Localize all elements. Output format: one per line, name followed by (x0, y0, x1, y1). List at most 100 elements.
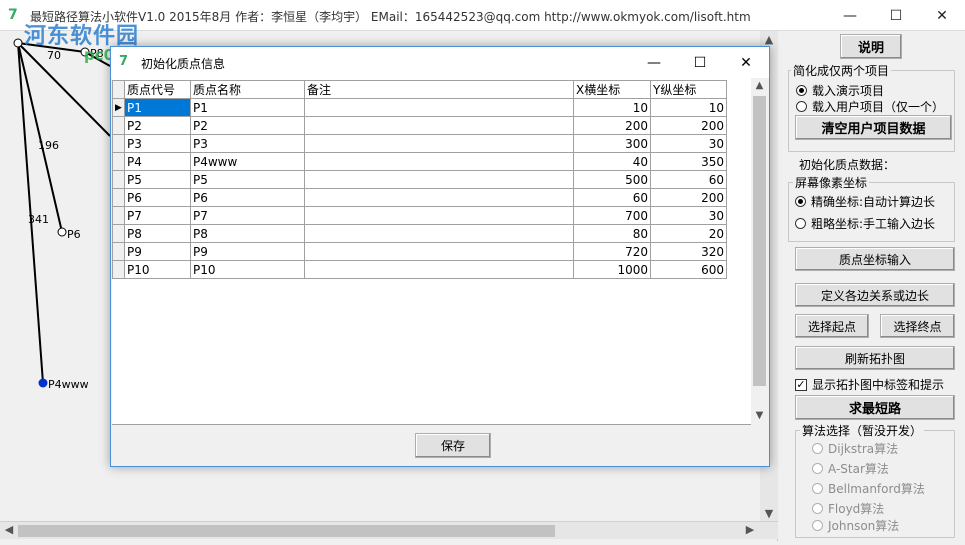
table-cell[interactable]: 20 (650, 224, 727, 243)
radio-icon[interactable] (795, 196, 806, 207)
save-button[interactable]: 保存 (415, 433, 491, 458)
table-cell[interactable]: P3 (124, 134, 191, 153)
scroll-thumb[interactable] (18, 525, 555, 537)
table-cell[interactable] (304, 152, 574, 171)
table-cell[interactable]: P1 (190, 98, 305, 117)
graph-node-p6[interactable] (57, 227, 67, 237)
row-indicator[interactable] (112, 188, 125, 207)
table-cell[interactable]: 60 (650, 170, 727, 189)
checkbox-icon[interactable]: ✓ (795, 378, 807, 391)
table-cell[interactable]: P2 (190, 116, 305, 135)
table-row[interactable]: P3 P3 300 30 (112, 134, 727, 153)
canvas-horizontal-scrollbar[interactable]: ◀ ▶ (0, 521, 778, 539)
column-header[interactable]: 备注 (304, 80, 574, 99)
scroll-up-icon[interactable]: ▲ (751, 80, 768, 91)
minimize-button[interactable]: — (827, 0, 873, 31)
table-cell[interactable]: 30 (650, 206, 727, 225)
table-cell[interactable]: 200 (650, 188, 727, 207)
table-cell[interactable]: P5 (190, 170, 305, 189)
table-cell[interactable]: 700 (573, 206, 651, 225)
column-header[interactable]: Y纵坐标 (650, 80, 727, 99)
table-row[interactable]: P2 P2 200 200 (112, 116, 727, 135)
row-indicator[interactable] (112, 116, 125, 135)
scroll-down-icon[interactable]: ▼ (760, 507, 778, 520)
table-cell[interactable]: P8 (190, 224, 305, 243)
table-cell[interactable] (304, 98, 574, 117)
table-cell[interactable]: 720 (573, 242, 651, 261)
table-cell[interactable] (304, 170, 574, 189)
radio-icon[interactable] (795, 218, 806, 229)
table-cell[interactable] (304, 134, 574, 153)
shortest-path-button[interactable]: 求最短路 (795, 395, 955, 420)
table-row[interactable]: P9 P9 720 320 (112, 242, 727, 261)
table-cell[interactable]: 600 (650, 260, 727, 279)
row-indicator[interactable] (112, 242, 125, 261)
table-cell[interactable] (304, 206, 574, 225)
scroll-right-icon[interactable]: ▶ (742, 523, 758, 536)
dialog-vertical-scrollbar[interactable]: ▲ ▼ (751, 78, 768, 425)
table-cell[interactable]: 200 (573, 116, 651, 135)
show-labels-checkbox[interactable]: ✓ 显示拓扑图中标签和提示 (795, 376, 944, 393)
table-row[interactable]: P4 P4www 40 350 (112, 152, 727, 171)
graph-node-p4[interactable] (38, 378, 48, 388)
table-cell[interactable]: 30 (650, 134, 727, 153)
scroll-thumb[interactable] (753, 96, 766, 386)
table-row[interactable]: P7 P7 700 30 (112, 206, 727, 225)
radio-precise-coord[interactable]: 精确坐标:自动计算边长 (795, 193, 935, 210)
table-row[interactable]: P5 P5 500 60 (112, 170, 727, 189)
table-row[interactable]: P10 P10 1000 600 (112, 260, 727, 279)
table-cell[interactable]: 10 (573, 98, 651, 117)
table-cell[interactable]: P9 (190, 242, 305, 261)
table-row[interactable]: P8 P8 80 20 (112, 224, 727, 243)
select-start-button[interactable]: 选择起点 (795, 314, 869, 338)
radio-icon[interactable] (796, 101, 807, 112)
explain-button[interactable]: 说明 (840, 34, 902, 59)
table-cell[interactable]: P8 (124, 224, 191, 243)
refresh-topology-button[interactable]: 刷新拓扑图 (795, 346, 955, 370)
dialog-close-button[interactable]: ✕ (723, 47, 769, 78)
table-cell[interactable]: 60 (573, 188, 651, 207)
table-cell[interactable]: P3 (190, 134, 305, 153)
table-cell[interactable] (304, 260, 574, 279)
table-cell[interactable] (304, 224, 574, 243)
table-cell[interactable]: P9 (124, 242, 191, 261)
table-cell[interactable]: P10 (124, 260, 191, 279)
current-row-arrow-icon[interactable]: ▶ (112, 98, 125, 117)
table-cell[interactable]: P6 (124, 188, 191, 207)
table-cell[interactable]: P4 (124, 152, 191, 171)
table-cell[interactable]: 10 (650, 98, 727, 117)
graph-node-p1[interactable] (13, 38, 23, 48)
table-cell[interactable] (304, 188, 574, 207)
table-cell[interactable]: P1 (124, 98, 191, 117)
points-grid[interactable]: 质点代号 质点名称 备注 X横坐标 Y纵坐标 ▶ P1 P1 10 10 P2 P2 200 2… (112, 78, 768, 425)
column-header[interactable]: X横坐标 (573, 80, 651, 99)
row-indicator[interactable] (112, 206, 125, 225)
table-cell[interactable]: P7 (124, 206, 191, 225)
table-cell[interactable]: 350 (650, 152, 727, 171)
close-button[interactable]: ✕ (919, 0, 965, 31)
scroll-down-icon[interactable]: ▼ (751, 410, 768, 421)
row-indicator[interactable] (112, 224, 125, 243)
table-cell[interactable]: P5 (124, 170, 191, 189)
select-end-button[interactable]: 选择终点 (880, 314, 955, 338)
table-cell[interactable] (304, 116, 574, 135)
table-cell[interactable]: 500 (573, 170, 651, 189)
table-cell[interactable]: 300 (573, 134, 651, 153)
coord-input-button[interactable]: 质点坐标输入 (795, 247, 955, 271)
table-cell[interactable]: 40 (573, 152, 651, 171)
radio-load-demo[interactable]: 载入演示项目 (796, 82, 884, 99)
table-cell[interactable]: 1000 (573, 260, 651, 279)
table-row[interactable]: ▶ P1 P1 10 10 (112, 98, 727, 117)
dialog-minimize-button[interactable]: — (631, 47, 677, 78)
row-indicator[interactable] (112, 170, 125, 189)
define-edges-button[interactable]: 定义各边关系或边长 (795, 283, 955, 307)
table-cell[interactable]: P2 (124, 116, 191, 135)
table-row[interactable]: P6 P6 60 200 (112, 188, 727, 207)
table-cell[interactable]: 320 (650, 242, 727, 261)
row-indicator[interactable] (112, 260, 125, 279)
table-cell[interactable]: 80 (573, 224, 651, 243)
table-cell[interactable]: 200 (650, 116, 727, 135)
radio-load-user[interactable]: 载入用户项目（仅一个） (796, 98, 944, 115)
clear-user-data-button[interactable]: 清空用户项目数据 (795, 115, 952, 140)
column-header[interactable]: 质点名称 (190, 80, 305, 99)
